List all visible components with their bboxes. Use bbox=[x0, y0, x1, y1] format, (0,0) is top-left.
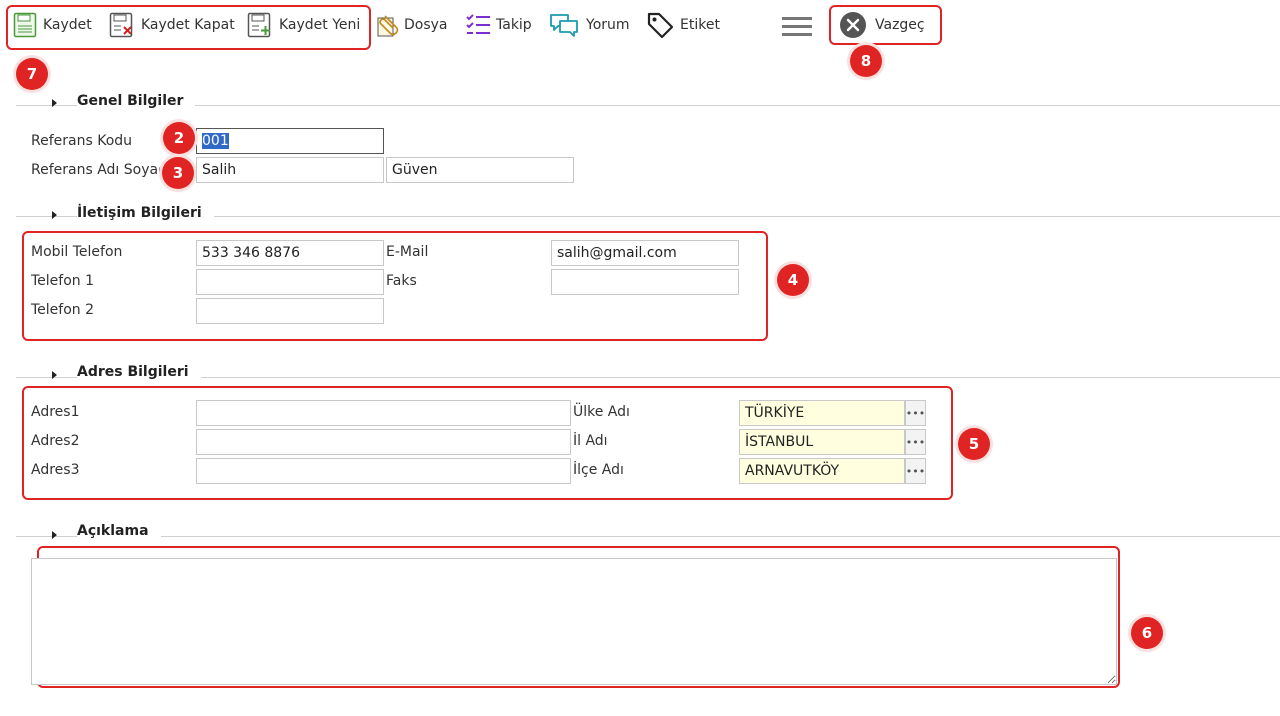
save-new-icon bbox=[247, 12, 271, 38]
fax-input[interactable] bbox=[551, 269, 739, 295]
comment-button[interactable]: Yorum bbox=[549, 8, 630, 42]
close-circle-icon bbox=[840, 12, 866, 38]
follow-button[interactable]: Takip bbox=[465, 8, 532, 42]
chat-icon bbox=[550, 14, 578, 37]
section-title-description: Açıklama bbox=[77, 523, 161, 539]
description-textarea[interactable] bbox=[31, 558, 1117, 685]
file-button[interactable]: Dosya bbox=[375, 8, 448, 42]
tag-icon bbox=[647, 12, 674, 39]
address2-label: Adres2 bbox=[31, 433, 80, 449]
paperclip-icon bbox=[377, 15, 399, 37]
collapse-arrow-icon[interactable] bbox=[52, 99, 57, 107]
ref-name-label: Referans Adı Soyadı bbox=[31, 162, 171, 178]
address3-label: Adres3 bbox=[31, 462, 80, 478]
badge-7: 7 bbox=[16, 58, 48, 90]
section-title-general: Genel Bilgiler bbox=[77, 93, 196, 109]
badge-8: 8 bbox=[850, 45, 882, 77]
comment-label: Yorum bbox=[586, 17, 630, 33]
cancel-button[interactable]: Vazgeç bbox=[839, 8, 925, 42]
phone1-input[interactable] bbox=[196, 269, 384, 295]
last-name-input[interactable]: Güven bbox=[386, 157, 574, 183]
save-new-label: Kaydet Yeni bbox=[279, 17, 361, 33]
section-title-contact: İletişim Bilgileri bbox=[77, 205, 214, 221]
badge-4: 4 bbox=[777, 264, 809, 296]
section-divider bbox=[16, 377, 1280, 378]
save-label: Kaydet bbox=[43, 17, 92, 33]
fax-label: Faks bbox=[386, 273, 417, 289]
address1-label: Adres1 bbox=[31, 404, 80, 420]
email-label: E-Mail bbox=[386, 244, 429, 260]
section-title-address: Adres Bilgileri bbox=[77, 364, 201, 380]
address3-input[interactable] bbox=[196, 458, 571, 484]
phone1-label: Telefon 1 bbox=[31, 273, 95, 289]
address2-input[interactable] bbox=[196, 429, 571, 455]
toolbar: Kaydet Kaydet Kapat Kaydet Yeni Dosya Ta… bbox=[0, 0, 1280, 52]
phone2-label: Telefon 2 bbox=[31, 302, 95, 318]
city-lookup-button[interactable]: ••• bbox=[905, 429, 926, 455]
save-close-icon bbox=[109, 12, 133, 38]
save-button[interactable]: Kaydet bbox=[13, 8, 92, 42]
collapse-arrow-icon[interactable] bbox=[52, 211, 57, 219]
follow-label: Takip bbox=[496, 17, 532, 33]
collapse-arrow-icon[interactable] bbox=[52, 531, 57, 539]
email-input[interactable]: salih@gmail.com bbox=[551, 240, 739, 266]
district-input[interactable]: ARNAVUTKÖY bbox=[739, 458, 905, 484]
file-label: Dosya bbox=[404, 17, 448, 33]
mobile-input[interactable]: 533 346 8876 bbox=[196, 240, 384, 266]
address1-input[interactable] bbox=[196, 400, 571, 426]
ref-code-input[interactable]: 001 bbox=[196, 128, 384, 154]
mobile-label: Mobil Telefon bbox=[31, 244, 123, 260]
tag-label: Etiket bbox=[680, 17, 720, 33]
ref-code-label: Referans Kodu bbox=[31, 133, 133, 149]
tag-button[interactable]: Etiket bbox=[646, 8, 720, 42]
city-input[interactable]: İSTANBUL bbox=[739, 429, 905, 455]
country-label: Ülke Adı bbox=[573, 404, 630, 420]
district-lookup-button[interactable]: ••• bbox=[905, 458, 926, 484]
district-label: İlçe Adı bbox=[573, 462, 624, 478]
save-new-button[interactable]: Kaydet Yeni bbox=[247, 8, 360, 42]
phone2-input[interactable] bbox=[196, 298, 384, 324]
section-divider bbox=[16, 536, 1280, 537]
menu-button[interactable] bbox=[781, 14, 813, 38]
badge-3: 3 bbox=[162, 157, 194, 189]
country-lookup-button[interactable]: ••• bbox=[905, 400, 926, 426]
checklist-icon bbox=[466, 14, 490, 34]
cancel-label: Vazgeç bbox=[875, 17, 925, 33]
hamburger-menu-icon bbox=[782, 17, 812, 36]
section-divider bbox=[16, 105, 1280, 106]
country-input[interactable]: TÜRKİYE bbox=[739, 400, 905, 426]
save-icon bbox=[13, 12, 37, 38]
badge-6: 6 bbox=[1131, 617, 1163, 649]
collapse-arrow-icon[interactable] bbox=[52, 371, 57, 379]
badge-5: 5 bbox=[958, 428, 990, 460]
save-close-button[interactable]: Kaydet Kapat bbox=[109, 8, 235, 42]
first-name-input[interactable]: Salih bbox=[196, 157, 384, 183]
city-label: İl Adı bbox=[573, 433, 608, 449]
save-close-label: Kaydet Kapat bbox=[141, 17, 235, 33]
badge-2: 2 bbox=[163, 122, 195, 154]
